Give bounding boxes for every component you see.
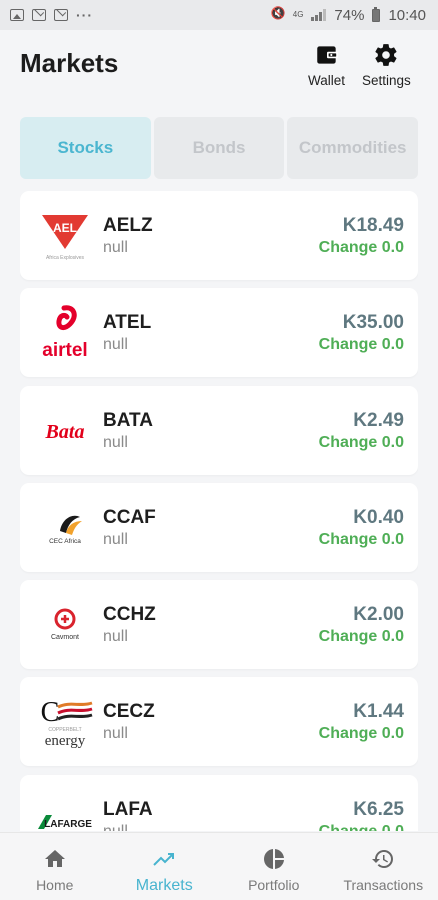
nav-markets[interactable]: Markets (110, 833, 220, 900)
stock-price: K0.40 (353, 506, 404, 528)
trending-icon (153, 853, 175, 866)
battery-percent: 74% (334, 6, 365, 24)
stock-card-cecz[interactable]: C COPPERBELT energy CECZ null K1.44 Chan… (20, 677, 418, 767)
cec-africa-logo-icon: CEC Africa (34, 497, 96, 559)
stock-list: AEL Africa Explosives AELZ null K18.49 C… (20, 191, 418, 831)
stock-name: null (103, 823, 128, 831)
lafarge-logo-icon: LAFARGE (34, 789, 96, 831)
copperbelt-logo-text: energy (45, 733, 86, 749)
wallet-label: Wallet (308, 73, 346, 88)
history-icon (372, 850, 394, 868)
stock-symbol: CCAF (103, 506, 156, 528)
wallet-button[interactable]: Wallet (308, 42, 345, 88)
airtel-logo-icon: airtel (34, 302, 96, 364)
nav-transactions-label: Transactions (343, 877, 424, 893)
stock-change: Change 0.0 (318, 433, 404, 451)
tab-bonds[interactable]: Bonds (153, 117, 285, 179)
svg-text:C: C (41, 697, 60, 728)
nav-home[interactable]: Home (0, 833, 110, 900)
ael-logo-caption: Africa Explosives (46, 255, 85, 261)
stock-name: null (103, 530, 128, 548)
stock-card-bata[interactable]: Bata BATA null K2.49 Change 0.0 (20, 385, 418, 475)
stock-name: null (103, 336, 128, 354)
home-icon (44, 850, 65, 867)
copperbelt-energy-logo-icon: C COPPERBELT energy (34, 691, 96, 753)
ael-logo-text: AEL (53, 221, 77, 235)
stock-symbol: BATA (103, 409, 153, 431)
stock-change: Change 0.0 (318, 530, 404, 548)
stock-change: Change 0.0 (318, 336, 404, 354)
stock-price: K2.49 (353, 409, 404, 431)
clock: 10:40 (388, 6, 426, 24)
stock-card-aelz[interactable]: AEL Africa Explosives AELZ null K18.49 C… (20, 191, 418, 280)
stock-price: K35.00 (342, 312, 404, 334)
stock-price: K1.44 (353, 701, 404, 723)
app-header: Markets Wallet Settings (0, 30, 438, 102)
nav-portfolio-label: Portfolio (248, 877, 300, 893)
mail-notification-icon (32, 9, 46, 21)
nav-transactions[interactable]: Transactions (329, 833, 438, 900)
stock-price: K2.00 (353, 604, 404, 626)
more-notifications-icon: ··· (76, 7, 93, 23)
stock-card-cchz[interactable]: Cavmont CCHZ null K2.00 Change 0.0 (20, 580, 418, 670)
lafarge-logo-text: LAFARGE (44, 819, 92, 830)
nav-markets-label: Markets (135, 877, 193, 894)
stock-symbol: LAFA (103, 798, 153, 820)
stock-name: null (103, 725, 128, 743)
stock-name: null (103, 628, 128, 646)
stock-card-lafa[interactable]: LAFARGE LAFA null K6.25 Change 0.0 (20, 774, 418, 831)
stock-change: Change 0.0 (318, 239, 404, 256)
battery-icon (372, 6, 381, 22)
cavmont-logo-icon: Cavmont (34, 594, 96, 656)
status-bar: ··· 4G 74% 10:40 (0, 0, 438, 30)
mute-icon (271, 6, 286, 22)
nav-home-label: Home (36, 877, 74, 893)
settings-button[interactable]: Settings (362, 42, 411, 88)
gallery-notification-icon (10, 9, 24, 21)
stock-card-atel[interactable]: airtel ATEL null K35.00 Change 0.0 (20, 288, 418, 378)
page-title: Markets (20, 48, 119, 78)
stock-change: Change 0.0 (318, 628, 404, 646)
bata-logo-text: Bata (45, 421, 85, 443)
stock-symbol: CCHZ (103, 604, 156, 626)
stock-price: K18.49 (342, 215, 404, 236)
tab-stocks[interactable]: Stocks (20, 117, 151, 179)
mail-notification-icon-2 (54, 9, 68, 21)
stock-symbol: AELZ (103, 215, 153, 236)
stock-change: Change 0.0 (319, 823, 404, 831)
stock-change: Change 0.0 (318, 725, 404, 743)
cec-logo-text: CEC Africa (49, 538, 81, 545)
nav-portfolio[interactable]: Portfolio (219, 833, 329, 900)
signal-icon (311, 9, 327, 21)
cavmont-logo-text: Cavmont (51, 634, 79, 641)
ael-logo-icon: AEL Africa Explosives (34, 205, 96, 267)
stock-name: null (103, 239, 128, 256)
pie-chart-icon (263, 849, 284, 869)
network-type: 4G (292, 10, 304, 19)
stock-name: null (103, 433, 128, 451)
settings-label: Settings (362, 73, 411, 88)
stock-symbol: ATEL (103, 312, 152, 334)
stock-price: K6.25 (353, 798, 404, 820)
bottom-navigation: Home Markets Portfolio Transactions (0, 832, 438, 900)
airtel-logo-text: airtel (42, 340, 87, 361)
bata-logo-icon: Bata (34, 400, 96, 462)
stock-card-ccaf[interactable]: CEC Africa CCAF null K0.40 Change 0.0 (20, 482, 418, 572)
market-tabs: Stocks Bonds Commodities (20, 117, 419, 179)
tab-commodities[interactable]: Commodities (287, 117, 419, 179)
stock-symbol: CECZ (103, 701, 155, 723)
wallet-icon (316, 46, 338, 64)
gear-icon (375, 44, 397, 66)
